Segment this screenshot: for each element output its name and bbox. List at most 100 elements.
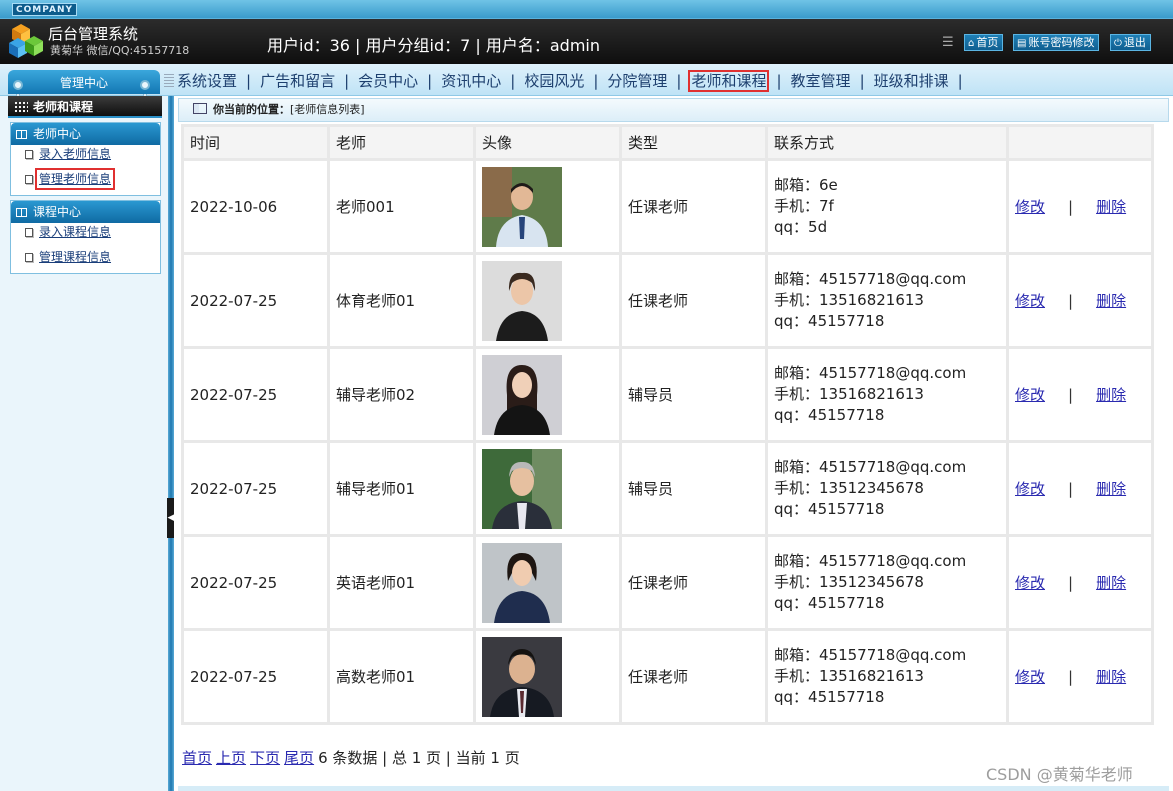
grip-icon [164,74,174,88]
next-page-link[interactable]: 下页 [250,749,280,767]
sidebar-group-courses: 课程中心 录入课程信息 管理课程信息 [10,200,161,274]
manage-courses-link[interactable]: 管理课程信息 [39,250,111,264]
delete-link[interactable]: 删除 [1096,198,1126,216]
sidebar-item-add-course: 录入课程信息 [11,223,160,248]
contact-phone: 手机：13516821613 [774,385,924,403]
change-password-button[interactable]: ▤ 账号密码修改 [1013,34,1100,51]
cell-avatar [476,537,619,628]
nav-item-classrooms[interactable]: 教室管理 [789,71,853,91]
edit-link[interactable]: 修改 [1015,480,1045,498]
contact-qq: qq：45157718 [774,594,885,612]
document-icon [25,150,33,159]
contact-email: 邮箱：45157718@qq.com [774,364,967,382]
pin-icon [13,80,23,90]
nav-item-classes-schedule[interactable]: 班级和排课 [872,71,951,91]
add-course-link[interactable]: 录入课程信息 [39,225,111,239]
contact-email: 邮箱：45157718@qq.com [774,270,967,288]
top-strip: COMPANY [0,0,1173,18]
contact-email: 邮箱：45157718@qq.com [774,646,967,664]
power-icon: ⏻ [1114,38,1122,49]
sidebar-group-title[interactable]: 课程中心 [11,201,160,223]
user-info: 用户id：36 | 用户分组id：7 | 用户名：admin [267,36,601,55]
first-page-link[interactable]: 首页 [182,749,212,767]
contact-qq: qq：45157718 [774,312,885,330]
nav-separator: | [957,72,963,90]
contact-qq: qq：45157718 [774,500,885,518]
cell-actions: 修改 | 删除 [1009,631,1151,722]
delete-link[interactable]: 删除 [1096,480,1126,498]
cell-type: 任课老师 [622,537,765,628]
cell-type: 辅导员 [622,443,765,534]
cell-actions: 修改 | 删除 [1009,537,1151,628]
logo-cubes-icon [9,24,43,58]
column-header-time: 时间 [184,127,327,158]
cell-actions: 修改 | 删除 [1009,161,1151,252]
sidebar: 老师和课程 老师中心 录入老师信息 管理老师信息 课程中心 录入课程信息 管理课… [0,96,168,791]
nav-item-campus[interactable]: 校园风光 [522,71,586,91]
system-title: 后台管理系统 [48,25,139,43]
main-content: 你当前的位置：[老师信息列表] 时间 老师 头像 类型 联系方式 2022-10… [174,96,1173,791]
table-row: 2022-10-06 老师001 任课老师 邮箱：6e 手机：7f qq：5d [184,161,1151,252]
home-icon: ⌂ [968,38,975,49]
cell-contact: 邮箱：45157718@qq.com 手机：13516821613 qq：451… [768,631,1006,722]
last-page-link[interactable]: 尾页 [284,749,314,767]
contact-qq: qq：5d [774,218,828,236]
delete-link[interactable]: 删除 [1096,292,1126,310]
cell-contact: 邮箱：45157718@qq.com 手机：13512345678 qq：451… [768,537,1006,628]
cell-time: 2022-07-25 [184,255,327,346]
teacher-avatar [482,542,562,623]
add-teacher-link[interactable]: 录入老师信息 [39,147,111,161]
contact-phone: 手机：13512345678 [774,573,924,591]
cell-avatar [476,161,619,252]
delete-link[interactable]: 删除 [1096,668,1126,686]
cell-avatar [476,255,619,346]
cell-teacher: 高数老师01 [330,631,473,722]
sidebar-group-title[interactable]: 老师中心 [11,123,160,145]
breadcrumb: 你当前的位置：[老师信息列表] [178,98,1169,122]
breadcrumb-value: [老师信息列表] [290,103,365,116]
logout-button[interactable]: ⏻ 退出 [1110,34,1151,51]
breadcrumb-label: 你当前的位置： [213,103,290,116]
teacher-avatar [482,448,562,529]
cell-contact: 邮箱：45157718@qq.com 手机：13516821613 qq：451… [768,349,1006,440]
teacher-avatar [482,260,562,341]
edit-link[interactable]: 修改 [1015,198,1045,216]
manage-teachers-link[interactable]: 管理老师信息 [34,168,116,190]
cell-type: 辅导员 [622,349,765,440]
nav-item-teachers-courses[interactable]: 老师和课程 [688,70,770,92]
nav-separator: | [344,72,350,90]
nav-item-ads-messages[interactable]: 广告和留言 [258,71,337,91]
edit-link[interactable]: 修改 [1015,574,1045,592]
sidebar-item-manage-courses: 管理课程信息 [11,248,160,273]
contact-qq: qq：45157718 [774,688,885,706]
nav-separator: | [510,72,516,90]
cell-time: 2022-10-06 [184,161,327,252]
nav-item-news[interactable]: 资讯中心 [439,71,503,91]
nav-item-system-settings[interactable]: 系统设置 [175,71,239,91]
document-icon: ▤ [1017,38,1027,49]
company-badge: COMPANY [12,3,77,16]
teacher-avatar [482,354,562,435]
delete-link[interactable]: 删除 [1096,386,1126,404]
table-header-row: 时间 老师 头像 类型 联系方式 [184,127,1151,158]
cell-type: 任课老师 [622,255,765,346]
cell-time: 2022-07-25 [184,537,327,628]
edit-link[interactable]: 修改 [1015,668,1045,686]
sidebar-heading: 老师和课程 [8,96,162,118]
sidebar-group-teachers: 老师中心 录入老师信息 管理老师信息 [10,122,161,196]
window-icon [193,103,207,114]
cell-teacher: 辅导老师02 [330,349,473,440]
prev-page-link[interactable]: 上页 [216,749,246,767]
table-row: 2022-07-25 高数老师01 任课老师 邮箱：45157718@qq.co… [184,631,1151,722]
nav-item-members[interactable]: 会员中心 [356,71,420,91]
teacher-avatar [482,636,562,717]
nav-item-branches[interactable]: 分院管理 [605,71,669,91]
management-center-tab[interactable]: 管理中心 [8,70,160,94]
column-header-teacher: 老师 [330,127,473,158]
edit-link[interactable]: 修改 [1015,386,1045,404]
edit-link[interactable]: 修改 [1015,292,1045,310]
delete-link[interactable]: 删除 [1096,574,1126,592]
home-button[interactable]: ⌂ 首页 [964,34,1004,51]
header-bar: 后台管理系统 黄菊华 微信/QQ:45157718 用户id：36 | 用户分组… [0,18,1173,64]
book-icon [16,208,27,217]
